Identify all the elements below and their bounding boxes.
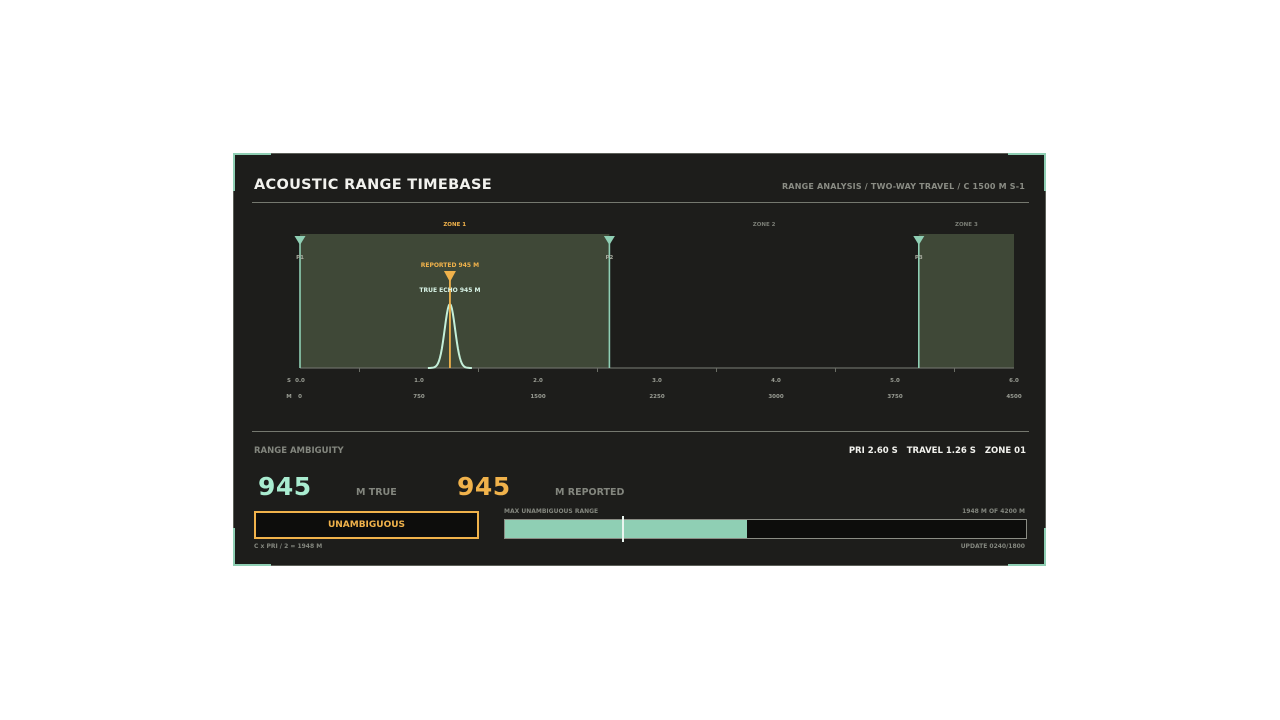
time-tick-label: 1.0 <box>414 378 424 384</box>
ambiguity-status-badge: UNAMBIGUOUS <box>254 511 479 539</box>
true-echo-label: TRUE ECHO 945 M <box>419 287 480 294</box>
range-formula: C x PRI / 2 = 1948 M <box>254 543 323 550</box>
pri-readout: PRI 2.60 S <box>848 446 898 456</box>
time-tick-label: 0.0 <box>295 378 305 384</box>
time-tick-label: 5.0 <box>890 378 900 384</box>
time-tick-label: 2.0 <box>533 378 543 384</box>
reported-range-label: REPORTED 945 M <box>421 262 479 269</box>
zone-label-2: ZONE 2 <box>753 222 776 228</box>
pulse-label-3: P3 <box>915 255 923 261</box>
range-tick-label: 4500 <box>1006 394 1021 400</box>
range-timebase-panel: ACOUSTIC RANGE TIMEBASE RANGE ANALYSIS /… <box>233 153 1046 566</box>
reported-range-unit: M REPORTED <box>555 487 625 498</box>
max-range-bar-fill <box>505 520 747 538</box>
zone-readout: ZONE 01 <box>984 446 1026 456</box>
time-tick-label: 6.0 <box>1009 378 1019 384</box>
zone-shade-1 <box>300 234 610 368</box>
max-range-bar-label: MAX UNAMBIGUOUS RANGE <box>504 508 599 515</box>
timebase-plot: ZONE 1 ZONE 2 ZONE 3 P1 P2 P3 REPORTED 945 M TR… <box>286 222 1022 400</box>
update-counter: UPDATE 0240/1800 <box>960 543 1025 550</box>
range-tick-label: 3750 <box>887 394 902 400</box>
zone-shade-2 <box>918 234 1014 368</box>
range-ambiguity-label: RANGE AMBIGUITY <box>254 446 344 456</box>
range-tick-label: 750 <box>413 394 425 400</box>
current-range-marker <box>622 516 625 542</box>
pulse-label-2: P2 <box>605 255 613 261</box>
true-range-unit: M TRUE <box>356 487 397 498</box>
range-tick-label: 3000 <box>768 394 783 400</box>
zone-label-3: ZONE 3 <box>955 222 978 228</box>
pulse-label-1: P1 <box>296 255 304 261</box>
range-tick-label: 0 <box>298 394 302 400</box>
time-tick-label: 4.0 <box>771 378 781 384</box>
timing-stats: PRI 2.60 S TRAVEL 1.26 S ZONE 01 <box>843 446 1026 456</box>
travel-readout: TRAVEL 1.26 S <box>906 446 976 456</box>
reported-range-value: 945 <box>457 472 511 501</box>
max-range-bar <box>504 516 1027 542</box>
range-tick-label: 1500 <box>530 394 545 400</box>
range-tick-label: 2250 <box>649 394 664 400</box>
max-range-bar-value: 1948 M OF 4200 M <box>962 508 1025 515</box>
section-divider <box>252 431 1029 432</box>
time-axis-unit: S <box>287 378 291 384</box>
range-axis-unit: M <box>286 394 291 400</box>
true-range-value: 945 <box>258 472 312 501</box>
zone-label-1: ZONE 1 <box>443 222 466 228</box>
time-tick-label: 3.0 <box>652 378 662 384</box>
